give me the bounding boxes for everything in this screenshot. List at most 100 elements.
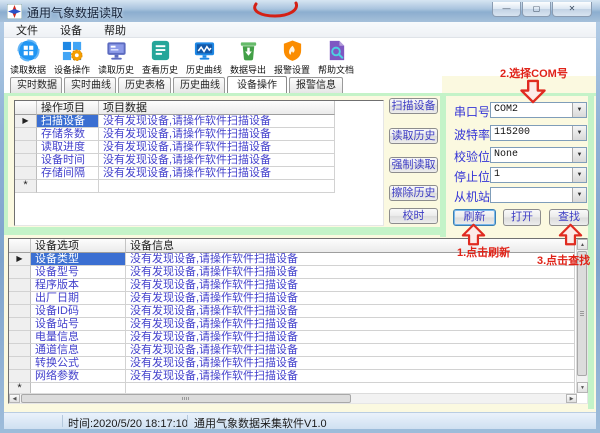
parity-label: 校验位 [454,148,490,165]
toolbar-data-export-button[interactable]: 数据导出 [226,38,270,76]
toolbar-item-label: 读取数据 [10,63,46,76]
red-up-arrow-icon [557,223,584,246]
toolbar-read-history-button[interactable]: 读取历史 [94,38,138,76]
table-header-row: 操作项目 项目数据 [15,101,383,115]
column-header[interactable]: 操作项目 [37,101,99,115]
status-time: 时间:2020/5/20 18:17:10 [68,415,188,431]
current-row-marker-icon: ▶ [9,253,31,266]
scan-device-button[interactable]: 扫描设备 [389,98,438,114]
table-row[interactable]: 出厂日期 没有发现设备,请操作软件扫描设备 [9,292,587,305]
table-row[interactable]: 设备ID码 没有发现设备,请操作软件扫描设备 [9,305,587,318]
tab-history-table[interactable]: 历史表格 [118,77,171,93]
annotation-step1: 1.点击刷新 [457,244,510,260]
tab-realtime-data[interactable]: 实时数据 [10,77,62,93]
slave-station-label: 从机站 [454,188,490,205]
toolbar-item-label: 数据导出 [230,63,266,76]
parity-select[interactable]: None ▼ [490,147,587,163]
force-read-button[interactable]: 强制读取 [389,157,438,173]
new-row[interactable]: * [15,180,383,193]
red-up-arrow-icon [460,223,487,246]
table-row[interactable]: 网络参数 没有发现设备,请操作软件扫描设备 [9,370,587,383]
table-row[interactable]: 存储间隔 没有发现设备,请操作软件扫描设备 [15,167,383,180]
table-row[interactable]: 读取进度 没有发现设备,请操作软件扫描设备 [15,141,383,154]
toolbar-item-label: 设备操作 [54,63,90,76]
menu-file[interactable]: 文件 [6,22,48,38]
chevron-down-icon[interactable]: ▼ [572,188,586,202]
table-row[interactable]: ▶ 扫描设备 没有发现设备,请操作软件扫描设备 [15,115,383,128]
application-window: 通用气象数据读取 — ▢ ✕ 文件 设备 帮助 读取数据 [0,0,600,433]
data-export-icon [237,39,260,62]
device-table: 设备选项 设备信息 ▶ 设备类型 没有发现设备,请操作软件扫描设备 设备型号 没… [8,238,588,404]
table-row[interactable]: 设备型号 没有发现设备,请操作软件扫描设备 [9,266,587,279]
toolbar-item-label: 报警设置 [274,63,310,76]
serial-port-select[interactable]: COM2 ▼ [490,102,587,118]
erase-history-button[interactable]: 擦除历史 [389,185,438,201]
table-row[interactable]: 设备站号 没有发现设备,请操作软件扫描设备 [9,318,587,331]
tab-realtime-curve[interactable]: 实时曲线 [64,77,116,93]
baud-rate-select[interactable]: 115200 ▼ [490,125,587,141]
scroll-right-icon[interactable]: ▶ [566,394,577,403]
operation-table: 操作项目 项目数据 ▶ 扫描设备 没有发现设备,请操作软件扫描设备 存储条数 没… [14,100,384,226]
chevron-down-icon[interactable]: ▼ [572,168,586,182]
toolbar-device-operate-button[interactable]: 设备操作 [50,38,94,76]
baud-rate-label: 波特率 [454,126,490,143]
column-header[interactable]: 项目数据 [99,101,335,115]
column-header[interactable]: 设备选项 [31,239,126,253]
menu-help[interactable]: 帮助 [94,22,136,38]
time-sync-button[interactable]: 校时 [389,208,438,224]
toolbar-item-label: 帮助文档 [318,63,354,76]
toolbar-view-history-button[interactable]: 查看历史 [138,38,182,76]
table-row[interactable]: 存储条数 没有发现设备,请操作软件扫描设备 [15,128,383,141]
toolbar-item-label: 查看历史 [142,63,178,76]
red-scribble-annotation [248,0,300,18]
window-title: 通用气象数据读取 [27,4,123,21]
tab-history-curve[interactable]: 历史曲线 [173,77,225,93]
menu-bar: 文件 设备 帮助 [4,22,596,38]
toolbar-help-doc-button[interactable]: 帮助文档 [314,38,358,76]
toolbar-alarm-settings-button[interactable]: 报警设置 [270,38,314,76]
scroll-left-icon[interactable]: ◀ [9,394,20,403]
close-button[interactable]: ✕ [552,2,592,17]
read-history-icon [105,39,128,62]
divider [588,93,594,409]
slave-station-select[interactable]: ▼ [490,187,587,203]
table-row[interactable]: 通道信息 没有发现设备,请操作软件扫描设备 [9,344,587,357]
row-marker-header [15,101,37,115]
tab-device-operate[interactable]: 设备操作 [227,76,287,93]
view-history-icon [149,39,172,62]
read-history-button[interactable]: 读取历史 [389,128,438,144]
red-down-arrow-icon [518,79,548,104]
chevron-down-icon[interactable]: ▼ [572,126,586,140]
divider [4,93,596,96]
menu-device[interactable]: 设备 [50,22,92,38]
stop-bit-select[interactable]: 1 ▼ [490,167,587,183]
minimize-button[interactable]: — [492,2,521,17]
toolbar-item-label: 历史曲线 [186,63,222,76]
table-row[interactable]: 电量信息 没有发现设备,请操作软件扫描设备 [9,331,587,344]
scroll-down-icon[interactable]: ▼ [577,382,588,393]
annotation-step3: 3.点击查找 [537,252,590,268]
stop-bit-label: 停止位 [454,168,490,185]
row-marker-header [9,239,31,253]
status-bar: 时间:2020/5/20 18:17:10 通用气象数据采集软件V1.0 [4,412,596,429]
scrollbar-thumb[interactable] [21,394,351,403]
help-doc-icon [325,39,348,62]
toolbar-read-data-button[interactable]: 读取数据 [6,38,50,76]
status-app-name: 通用气象数据采集软件V1.0 [194,415,327,431]
table-row[interactable]: 程序版本 没有发现设备,请操作软件扫描设备 [9,279,587,292]
tab-alarm-info[interactable]: 报警信息 [289,77,343,93]
open-button[interactable]: 打开 [503,209,541,226]
horizontal-scrollbar[interactable]: ◀ ▶ [9,393,577,403]
scrollbar-thumb[interactable] [577,251,587,376]
divider [4,93,8,235]
toolbar-history-curve-button[interactable]: 历史曲线 [182,38,226,76]
chevron-down-icon[interactable]: ▼ [572,103,586,117]
title-bar[interactable]: 通用气象数据读取 — ▢ ✕ [0,0,600,22]
table-row[interactable]: 转换公式 没有发现设备,请操作软件扫描设备 [9,357,587,370]
chevron-down-icon[interactable]: ▼ [572,148,586,162]
maximize-button[interactable]: ▢ [522,2,551,17]
toolbar-item-label: 读取历史 [98,63,134,76]
table-row[interactable]: 设备时间 没有发现设备,请操作软件扫描设备 [15,154,383,167]
read-data-icon [17,39,40,62]
divider [440,93,446,237]
